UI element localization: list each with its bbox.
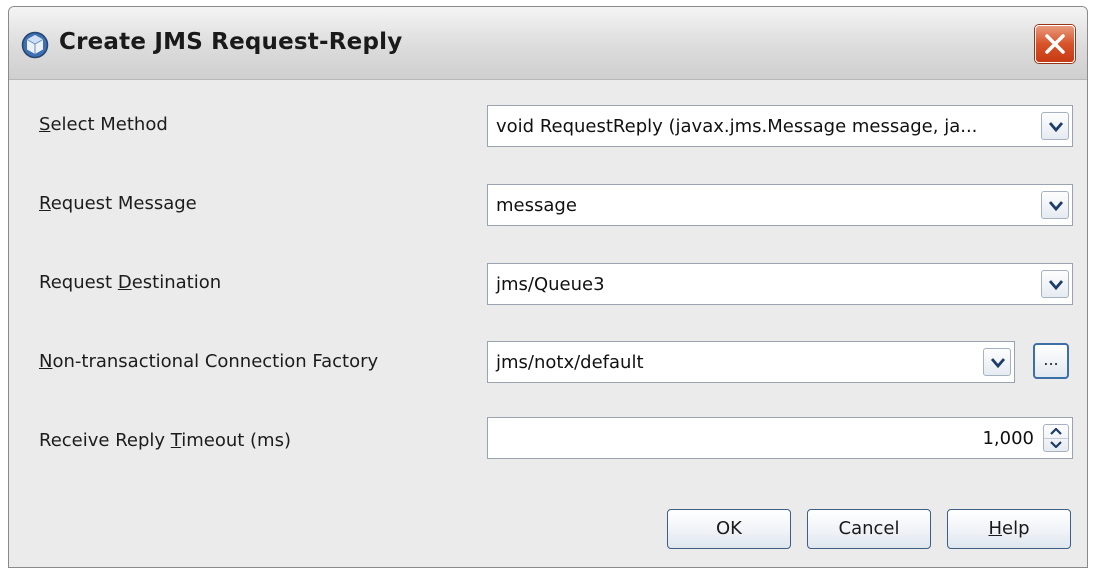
- request-destination-dropdown-button[interactable]: [1041, 270, 1069, 298]
- select-method-dropdown-button[interactable]: [1041, 112, 1069, 140]
- request-message-dropdown-button[interactable]: [1041, 191, 1069, 219]
- chevron-down-icon: [1049, 280, 1063, 290]
- arrow-down-icon: [1050, 441, 1062, 448]
- reply-timeout-spinner[interactable]: 1,000: [487, 417, 1073, 459]
- request-destination-combobox[interactable]: jms/Queue3: [487, 263, 1073, 305]
- request-destination-value: jms/Queue3: [496, 274, 605, 295]
- connection-factory-label: Non-transactional Connection Factory: [39, 351, 379, 372]
- help-mnemonic: H: [988, 518, 1003, 539]
- cancel-button[interactable]: Cancel: [807, 509, 931, 549]
- help-button[interactable]: Help: [947, 509, 1071, 549]
- close-button[interactable]: [1035, 25, 1075, 63]
- close-icon: [1045, 34, 1065, 54]
- dialog-title: Create JMS Request-Reply: [59, 29, 403, 55]
- arrow-up-icon: [1050, 428, 1062, 435]
- create-jms-request-reply-dialog: Create JMS Request-Reply Select Method v…: [8, 6, 1088, 568]
- browse-connection-factory-button[interactable]: ...: [1033, 343, 1069, 379]
- select-method-combobox[interactable]: void RequestReply (javax.jms.Message mes…: [487, 105, 1073, 147]
- title-bar[interactable]: Create JMS Request-Reply: [9, 7, 1087, 80]
- request-destination-label: Request Destination: [39, 272, 222, 293]
- spinner-buttons: [1043, 424, 1069, 452]
- spinner-up-button[interactable]: [1044, 425, 1068, 439]
- help-label-rest: elp: [1002, 518, 1030, 539]
- select-method-value: void RequestReply (javax.jms.Message mes…: [496, 116, 978, 137]
- request-message-combobox[interactable]: message: [487, 184, 1073, 226]
- ok-button[interactable]: OK: [667, 509, 791, 549]
- request-message-label: Request Message: [39, 193, 197, 214]
- chevron-down-icon: [1049, 201, 1063, 211]
- reply-timeout-value[interactable]: 1,000: [982, 428, 1034, 449]
- chevron-down-icon: [1049, 122, 1063, 132]
- netbeans-cube-icon: [21, 31, 49, 59]
- spinner-down-button[interactable]: [1044, 438, 1068, 451]
- request-message-value: message: [496, 195, 577, 216]
- reply-timeout-label: Receive Reply Timeout (ms): [39, 430, 291, 451]
- connection-factory-value: jms/notx/default: [496, 352, 644, 373]
- chevron-down-icon: [991, 358, 1005, 368]
- connection-factory-dropdown-button[interactable]: [983, 348, 1011, 376]
- connection-factory-combobox[interactable]: jms/notx/default: [487, 341, 1015, 383]
- select-method-label: Select Method: [39, 114, 168, 135]
